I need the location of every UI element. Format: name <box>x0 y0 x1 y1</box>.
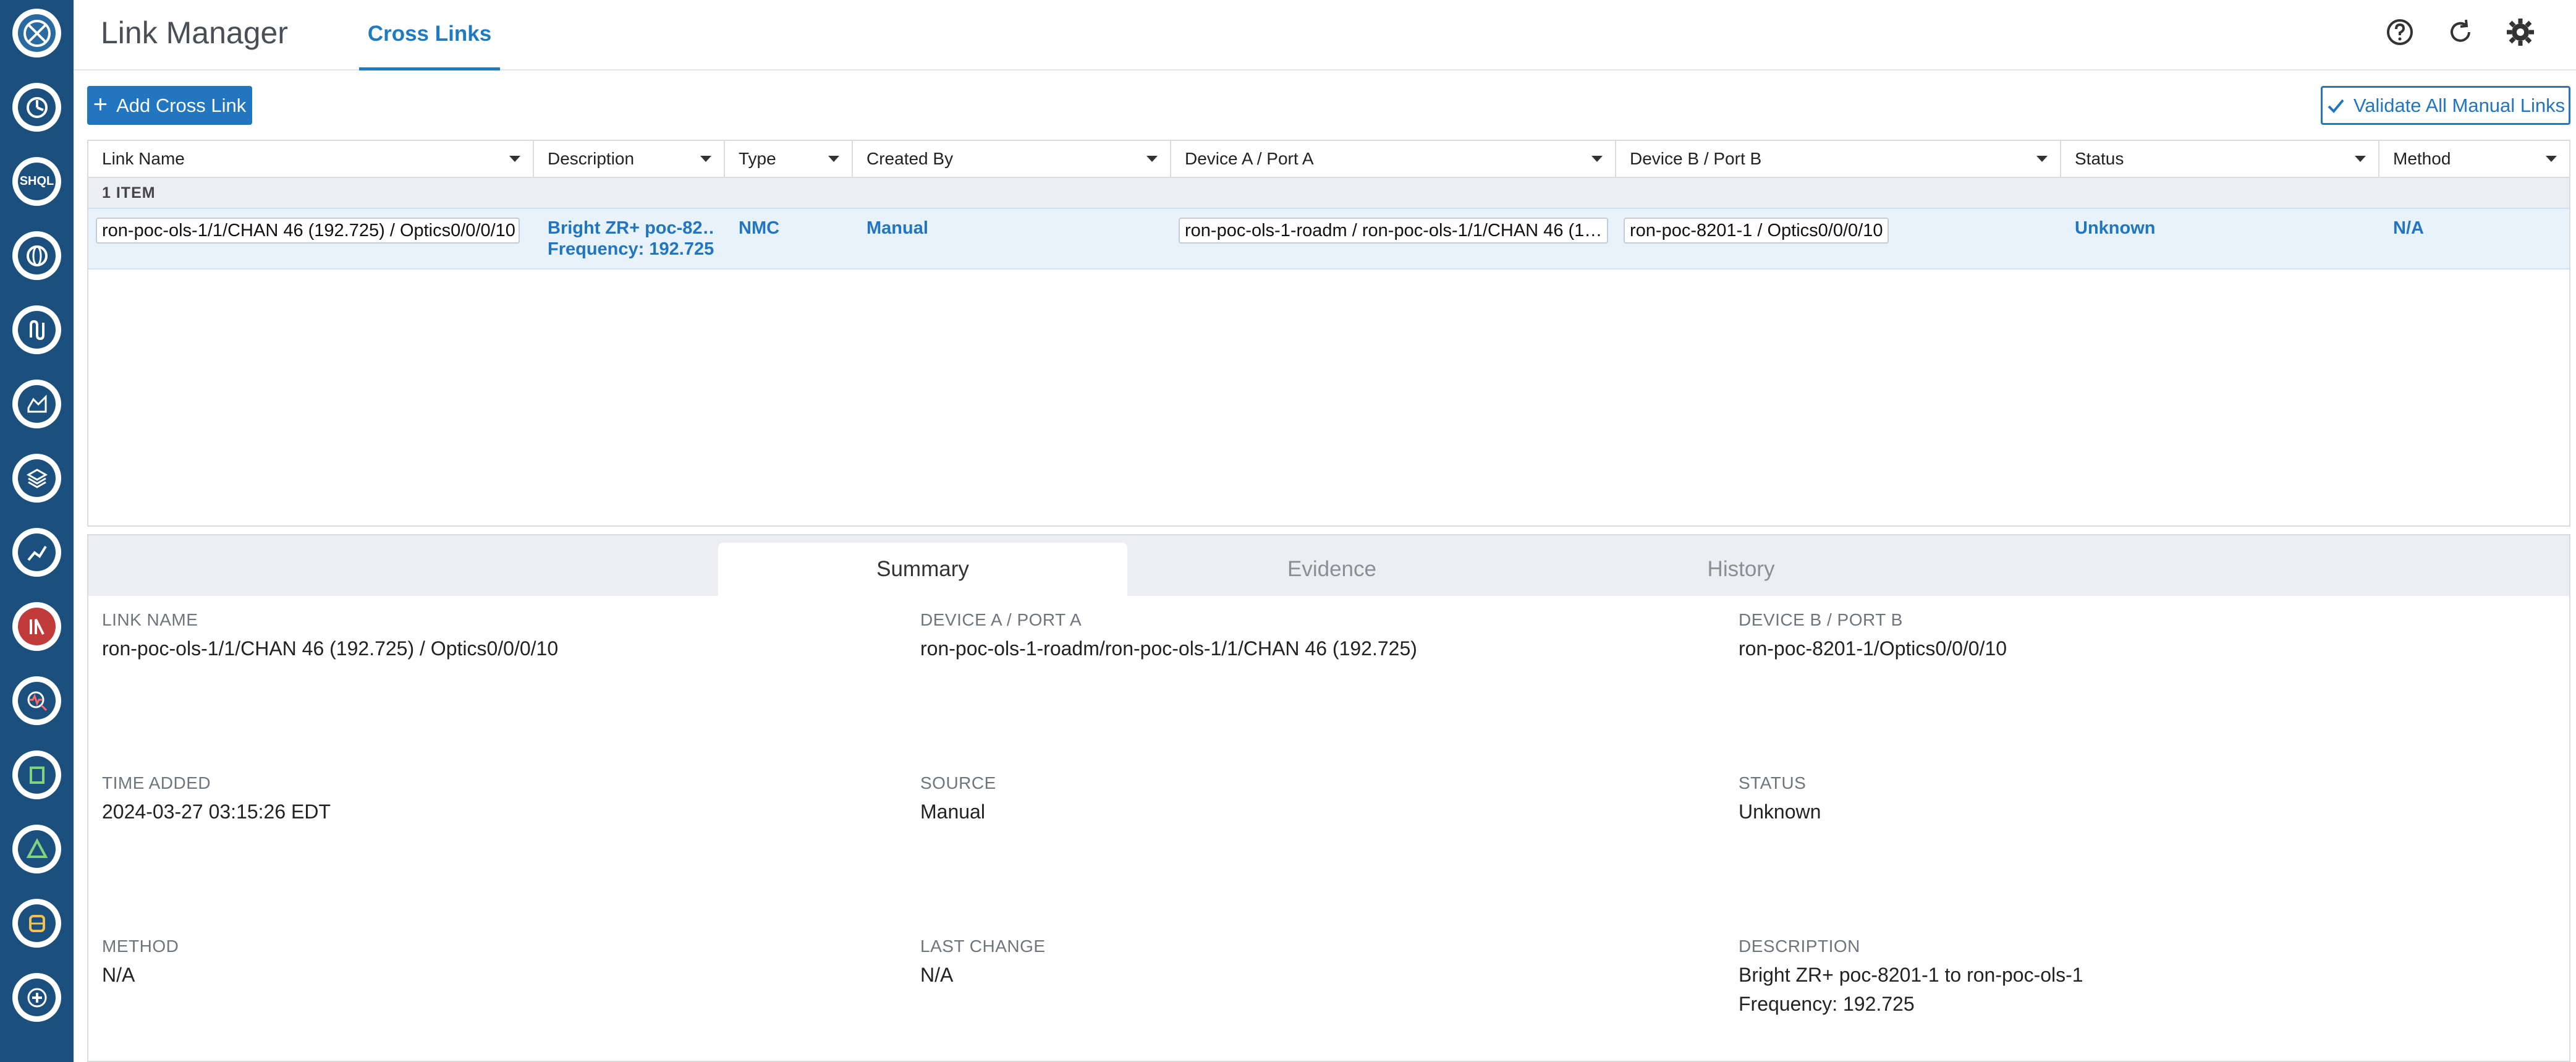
device-b-label: DEVICE B / PORT B <box>1739 610 1903 629</box>
dropdown-caret-icon <box>2355 156 2366 162</box>
dropdown-caret-icon <box>828 156 839 162</box>
app-header: Link Manager Cross Links <box>74 0 2576 70</box>
details-panel: Summary Evidence History LINK NAME ron-p… <box>87 534 2570 1062</box>
status-detail: Unknown <box>1739 801 1821 823</box>
cell-device-a: ron-poc-ols-1-roadm / ron-poc-ols-1/1/CH… <box>1171 209 1616 268</box>
checkmark-icon <box>2328 99 2344 113</box>
cell-method: N/A <box>2379 209 2569 268</box>
column-header-created-by[interactable]: Created By <box>853 141 1171 177</box>
validate-all-manual-links-button[interactable]: Validate All Manual Links <box>2321 86 2570 125</box>
link-name-detail: ron-poc-ols-1/1/CHAN 46 (192.725) / Opti… <box>102 637 559 660</box>
device-a-label: DEVICE A / PORT A <box>920 610 1082 629</box>
dropdown-caret-icon <box>2036 156 2048 162</box>
description-label: DESCRIPTION <box>1739 937 1860 956</box>
monitor-icon[interactable] <box>12 676 61 725</box>
map-icon[interactable] <box>12 380 61 428</box>
left-nav-rail: SHQL <box>0 0 74 1062</box>
method-value[interactable]: N/A <box>2393 218 2424 239</box>
column-header-status[interactable]: Status <box>2061 141 2379 177</box>
tab-summary[interactable]: Summary <box>718 543 1127 596</box>
dropdown-caret-icon <box>509 156 520 162</box>
method-label: METHOD <box>102 937 179 956</box>
column-header-method[interactable]: Method <box>2379 141 2569 177</box>
cell-description: Bright ZR+ poc-82… Frequency: 192.725 <box>534 209 725 268</box>
settings-icon[interactable] <box>2504 16 2536 48</box>
table-row[interactable]: ron-poc-ols-1/1/CHAN 46 (192.725) / Opti… <box>88 208 2569 270</box>
tab-history[interactable]: History <box>1536 543 1946 596</box>
time-added-label: TIME ADDED <box>102 773 211 792</box>
description-line1[interactable]: Bright ZR+ poc-82… <box>548 218 714 239</box>
description-detail-line2: Frequency: 192.725 <box>1739 993 1915 1015</box>
device-b-value: ron-poc-8201-1 / Optics0/0/0/10 <box>1624 218 1889 244</box>
network-globe-icon[interactable] <box>12 231 61 280</box>
transit-icon[interactable] <box>12 899 61 948</box>
column-header-link-name[interactable]: Link Name <box>88 141 534 177</box>
dropdown-caret-icon <box>1591 156 1603 162</box>
inventory-icon[interactable] <box>12 750 61 799</box>
add-cross-link-label: Add Cross Link <box>116 94 247 116</box>
help-icon[interactable] <box>2384 16 2416 48</box>
group-row: 1 ITEM <box>88 178 2569 208</box>
source-label: SOURCE <box>920 773 996 792</box>
dashboard-icon[interactable] <box>12 83 61 132</box>
analytics-icon[interactable] <box>12 528 61 577</box>
layers-icon[interactable] <box>12 454 61 503</box>
status-value[interactable]: Unknown <box>2075 218 2156 239</box>
column-header-device-a[interactable]: Device A / Port A <box>1171 141 1616 177</box>
cell-device-b: ron-poc-8201-1 / Optics0/0/0/10 <box>1616 209 2061 268</box>
plus-icon: + <box>93 90 108 118</box>
status-label: STATUS <box>1739 773 1807 792</box>
add-source-icon[interactable] <box>12 973 61 1022</box>
link-name-value: ron-poc-ols-1/1/CHAN 46 (192.725) / Opti… <box>96 218 520 244</box>
column-header-description[interactable]: Description <box>534 141 725 177</box>
column-header-device-b[interactable]: Device B / Port B <box>1616 141 2061 177</box>
details-tabbar: Summary Evidence History <box>88 535 2569 596</box>
last-change-detail: N/A <box>920 964 954 986</box>
last-change-label: LAST CHANGE <box>920 937 1046 956</box>
topology-icon[interactable] <box>12 825 61 873</box>
type-value[interactable]: NMC <box>739 218 779 239</box>
tab-evidence[interactable]: Evidence <box>1127 543 1536 596</box>
validate-label: Validate All Manual Links <box>2353 94 2565 116</box>
app-logo-icon[interactable] <box>12 9 61 57</box>
cross-links-table: Link Name Description Type Created By De… <box>87 140 2570 527</box>
dropdown-caret-icon <box>700 156 711 162</box>
cell-created-by: Manual <box>853 209 1171 268</box>
dropdown-caret-icon <box>2546 156 2557 162</box>
source-detail: Manual <box>920 801 985 823</box>
description-detail-line1: Bright ZR+ poc-8201-1 to ron-poc-ols-1 <box>1739 964 2083 986</box>
page-title: Link Manager <box>101 15 288 50</box>
cell-link-name: ron-poc-ols-1/1/CHAN 46 (192.725) / Opti… <box>88 209 534 268</box>
shql-label: SHQL <box>18 163 56 200</box>
refresh-icon[interactable] <box>2444 16 2476 48</box>
device-a-detail: ron-poc-ols-1-roadm/ron-poc-ols-1/1/CHAN… <box>920 637 1417 660</box>
column-header-type[interactable]: Type <box>725 141 853 177</box>
shql-icon[interactable]: SHQL <box>12 157 61 206</box>
method-detail: N/A <box>102 964 135 986</box>
link-name-label: LINK NAME <box>102 610 198 629</box>
device-a-value: ron-poc-ols-1-roadm / ron-poc-ols-1/1/CH… <box>1179 218 1608 244</box>
table-header: Link Name Description Type Created By De… <box>88 141 2569 178</box>
time-added-detail: 2024-03-27 03:15:26 EDT <box>102 801 331 823</box>
device-b-detail: ron-poc-8201-1/Optics0/0/0/10 <box>1739 637 2007 660</box>
path-icon[interactable] <box>12 305 61 354</box>
add-cross-link-button[interactable]: + Add Cross Link <box>87 86 252 125</box>
created-by-value[interactable]: Manual <box>866 218 928 239</box>
reports-icon[interactable] <box>12 602 61 651</box>
tab-cross-links[interactable]: Cross Links <box>359 0 500 70</box>
cell-status: Unknown <box>2061 209 2379 268</box>
dropdown-caret-icon <box>1146 156 1158 162</box>
cell-type: NMC <box>725 209 853 268</box>
description-line2[interactable]: Frequency: 192.725 <box>548 239 714 260</box>
